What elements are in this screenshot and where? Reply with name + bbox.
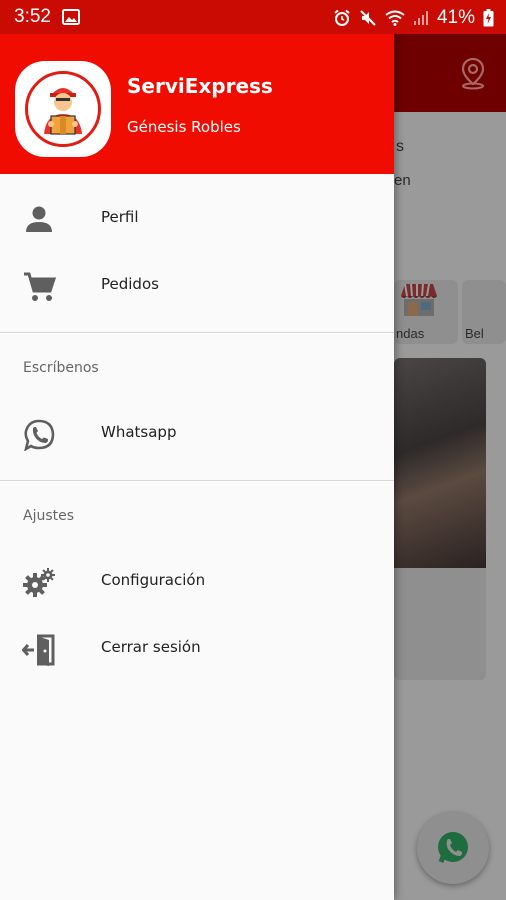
- background-text-2: en: [394, 172, 411, 189]
- divider: [0, 480, 394, 481]
- location-pin-icon: [461, 57, 485, 90]
- background-category-label-1: ndas: [396, 326, 425, 341]
- user-name: Génesis Robles: [127, 118, 241, 136]
- menu-item-label: Configuración: [101, 571, 206, 589]
- menu-item-label: Cerrar sesión: [101, 638, 201, 656]
- person-icon: [26, 206, 52, 232]
- menu-item-cerrar-sesion[interactable]: Cerrar sesión: [0, 617, 394, 683]
- background-category-label-2: Bel: [465, 326, 484, 341]
- battery-percent: 41%: [436, 7, 475, 28]
- store-icon: [401, 283, 437, 316]
- section-header-escribenos: Escríbenos: [23, 360, 99, 376]
- mute-icon: [360, 10, 376, 26]
- wifi-icon: [385, 10, 405, 26]
- alarm-icon: [334, 9, 350, 26]
- section-header-ajustes: Ajustes: [23, 508, 75, 524]
- menu-item-pedidos[interactable]: Pedidos: [0, 254, 394, 320]
- whatsapp-icon: [24, 419, 55, 451]
- cart-icon: [24, 272, 56, 301]
- delivery-man-logo-icon: [25, 71, 101, 147]
- menu-item-whatsapp[interactable]: Whatsapp: [0, 402, 394, 468]
- battery-charging-icon: [483, 9, 494, 27]
- whatsapp-fab: [417, 812, 489, 884]
- status-time: 3:52: [14, 6, 51, 27]
- menu-item-configuracion[interactable]: Configuración: [0, 550, 394, 616]
- background-store-photo: [394, 358, 486, 568]
- logout-door-icon: [22, 634, 55, 666]
- menu-item-perfil[interactable]: Perfil: [0, 187, 394, 253]
- image-notification-icon: [62, 9, 80, 25]
- whatsapp-fab-icon: [438, 832, 468, 863]
- divider: [0, 332, 394, 333]
- app-name: ServiExpress: [127, 74, 273, 98]
- background-store-card: [394, 358, 486, 680]
- signal-icon: [413, 11, 428, 25]
- gears-icon: [23, 568, 55, 597]
- app-logo: [15, 61, 111, 157]
- menu-item-label: Perfil: [101, 208, 139, 226]
- menu-item-label: Pedidos: [101, 275, 159, 293]
- background-text-1: s: [396, 138, 404, 155]
- drawer-header: ServiExpress Génesis Robles: [0, 34, 394, 174]
- status-bar: 3:52 41%: [0, 0, 506, 34]
- menu-item-label: Whatsapp: [101, 423, 177, 441]
- navigation-drawer: ServiExpress Génesis Robles Perfil Pedid…: [0, 34, 394, 900]
